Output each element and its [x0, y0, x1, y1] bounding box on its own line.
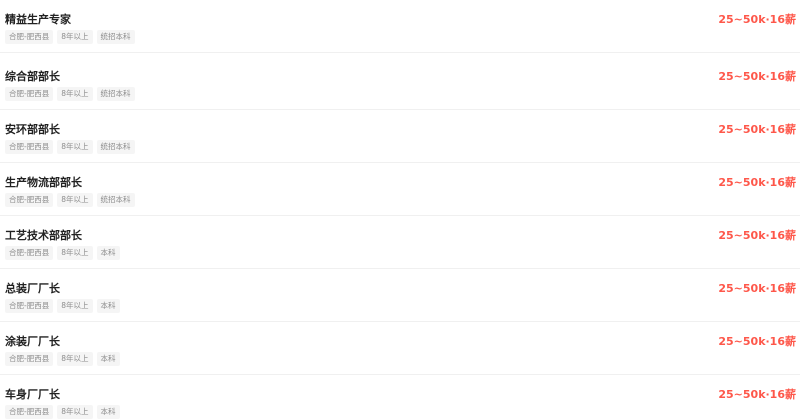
experience-tag: 8年以上: [57, 352, 93, 366]
location-tag: 合肥-肥西县: [5, 87, 54, 101]
location-tag: 合肥-肥西县: [5, 299, 54, 313]
job-title[interactable]: 工艺技术部部长: [5, 228, 82, 243]
job-tags: 合肥-肥西县 8年以上 本科: [5, 405, 120, 419]
job-row[interactable]: 工艺技术部部长 合肥-肥西县 8年以上 本科 25~50k·16薪: [0, 216, 800, 269]
job-salary: 25~50k·16薪: [718, 388, 796, 401]
job-title[interactable]: 综合部部长: [5, 69, 60, 84]
job-title[interactable]: 安环部部长: [5, 122, 60, 137]
location-tag: 合肥-肥西县: [5, 246, 54, 260]
job-row[interactable]: 安环部部长 合肥-肥西县 8年以上 统招本科 25~50k·16薪: [0, 110, 800, 163]
job-list: 精益生产专家 合肥-肥西县 8年以上 统招本科 25~50k·16薪 综合部部长…: [0, 0, 800, 419]
job-tags: 合肥-肥西县 8年以上 统招本科: [5, 193, 135, 207]
job-row[interactable]: 涂装厂厂长 合肥-肥西县 8年以上 本科 25~50k·16薪: [0, 322, 800, 375]
job-row[interactable]: 综合部部长 合肥-肥西县 8年以上 统招本科 25~50k·16薪: [0, 57, 800, 110]
job-salary: 25~50k·16薪: [718, 335, 796, 348]
job-salary: 25~50k·16薪: [718, 70, 796, 83]
job-salary: 25~50k·16薪: [718, 13, 796, 26]
education-tag: 统招本科: [96, 140, 135, 154]
job-tags: 合肥-肥西县 8年以上 本科: [5, 299, 120, 313]
education-tag: 本科: [96, 299, 120, 313]
job-title[interactable]: 总装厂厂长: [5, 281, 60, 296]
experience-tag: 8年以上: [57, 193, 93, 207]
job-row[interactable]: 精益生产专家 合肥-肥西县 8年以上 统招本科 25~50k·16薪: [0, 0, 800, 53]
education-tag: 本科: [96, 352, 120, 366]
location-tag: 合肥-肥西县: [5, 193, 54, 207]
job-title[interactable]: 涂装厂厂长: [5, 334, 60, 349]
job-title[interactable]: 生产物流部部长: [5, 175, 82, 190]
education-tag: 本科: [96, 405, 120, 419]
experience-tag: 8年以上: [57, 299, 93, 313]
job-row[interactable]: 总装厂厂长 合肥-肥西县 8年以上 本科 25~50k·16薪: [0, 269, 800, 322]
experience-tag: 8年以上: [57, 140, 93, 154]
job-title[interactable]: 车身厂厂长: [5, 387, 60, 402]
education-tag: 统招本科: [96, 193, 135, 207]
location-tag: 合肥-肥西县: [5, 30, 54, 44]
job-salary: 25~50k·16薪: [718, 176, 796, 189]
education-tag: 统招本科: [96, 30, 135, 44]
location-tag: 合肥-肥西县: [5, 352, 54, 366]
job-salary: 25~50k·16薪: [718, 282, 796, 295]
job-tags: 合肥-肥西县 8年以上 本科: [5, 246, 120, 260]
job-title[interactable]: 精益生产专家: [5, 12, 71, 27]
experience-tag: 8年以上: [57, 405, 93, 419]
location-tag: 合肥-肥西县: [5, 140, 54, 154]
job-salary: 25~50k·16薪: [718, 123, 796, 136]
job-tags: 合肥-肥西县 8年以上 统招本科: [5, 30, 135, 44]
education-tag: 本科: [96, 246, 120, 260]
job-row[interactable]: 车身厂厂长 合肥-肥西县 8年以上 本科 25~50k·16薪: [0, 375, 800, 419]
job-tags: 合肥-肥西县 8年以上 统招本科: [5, 140, 135, 154]
job-tags: 合肥-肥西县 8年以上 统招本科: [5, 87, 135, 101]
job-salary: 25~50k·16薪: [718, 229, 796, 242]
experience-tag: 8年以上: [57, 87, 93, 101]
experience-tag: 8年以上: [57, 246, 93, 260]
job-tags: 合肥-肥西县 8年以上 本科: [5, 352, 120, 366]
experience-tag: 8年以上: [57, 30, 93, 44]
location-tag: 合肥-肥西县: [5, 405, 54, 419]
education-tag: 统招本科: [96, 87, 135, 101]
job-row[interactable]: 生产物流部部长 合肥-肥西县 8年以上 统招本科 25~50k·16薪: [0, 163, 800, 216]
